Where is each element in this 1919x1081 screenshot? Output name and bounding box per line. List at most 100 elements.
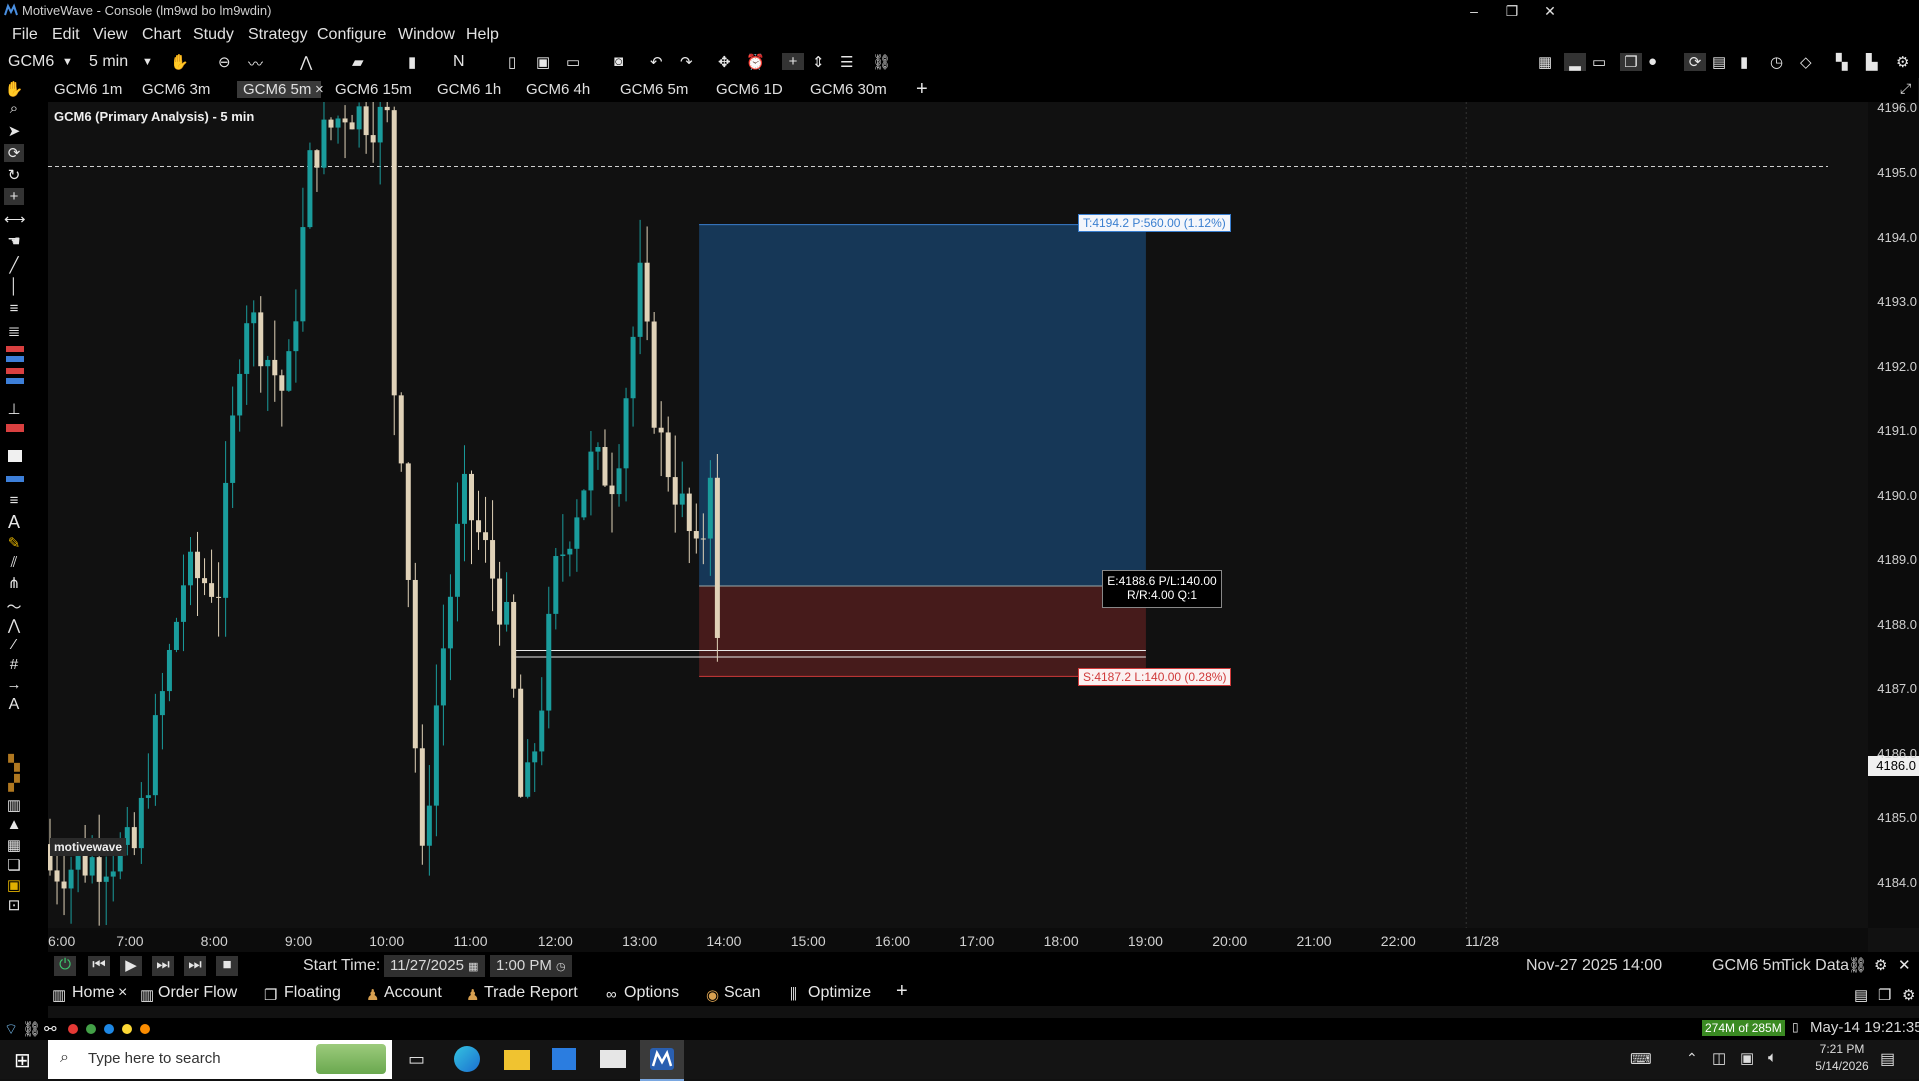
menu-configure[interactable]: Configure [317,26,386,44]
color-swatch-icon[interactable] [6,356,24,362]
bar-size-selector[interactable]: 5 min [89,53,128,71]
time-axis[interactable]: 6:00 7:00 8:00 9:00 10:00 11:00 12:00 13:00 14:0… [48,928,1868,952]
clock-icon[interactable]: ◷ [556,961,566,973]
volume-icon[interactable]: 🔈︎ [1768,1049,1777,1066]
rectangle-tool-icon[interactable] [8,450,22,462]
tab-gcm6-30m[interactable]: GCM6 30m [804,81,893,98]
memory-indicator[interactable]: 274M of 285M [1702,1020,1785,1036]
menu-file[interactable]: File [12,26,38,44]
candle-icon[interactable]: ▮ [408,53,416,71]
pointer-tool-icon[interactable]: ➤ [4,122,24,140]
fill-tool-icon[interactable]: ▚ [4,754,24,772]
tab-gcm6-5m[interactable]: GCM6 5m [614,81,694,98]
save-icon[interactable]: ▣ [536,53,550,71]
taskbar-date[interactable]: 5/14/2026 [1812,1059,1872,1073]
close-window-button[interactable]: ✕ [1530,1,1570,21]
chevron-down-icon[interactable]: ▼ [142,56,153,68]
tab-floating[interactable]: Floating [284,984,341,1002]
stop-icon[interactable]: ■ [216,956,238,976]
menu-help[interactable]: Help [466,26,499,44]
pitchfork-tool-icon[interactable]: ⋔ [4,574,24,592]
layout-icon[interactable]: ▦ [1538,53,1552,71]
layers-icon[interactable]: ❏ [4,856,24,874]
alert-icon[interactable]: ▣ [4,876,24,894]
tab-gcm6-1h[interactable]: GCM6 1h [431,81,507,98]
link-icon[interactable]: ⛓ [1848,956,1867,974]
skip-forward-icon[interactable]: ⏭ [184,956,206,976]
mail-icon[interactable] [600,1050,626,1068]
tab-gcm6-4h[interactable]: GCM6 4h [520,81,596,98]
fill2-tool-icon[interactable]: ▞ [4,774,24,792]
tab-gcm6-3m[interactable]: GCM6 3m [136,81,216,98]
menu-study[interactable]: Study [193,26,234,44]
menu-edit[interactable]: Edit [52,26,80,44]
menu-chart[interactable]: Chart [142,26,181,44]
color-swatch-icon[interactable] [6,346,24,352]
document-icon[interactable]: ▯ [508,53,516,71]
settings-icon[interactable]: ⚙ [1874,956,1887,974]
add-tab-button[interactable]: + [916,78,928,101]
channel-tool-icon[interactable]: ⫽ [4,554,24,571]
tools-icon[interactable]: ✥ [718,53,731,71]
tab-gcm6-15m[interactable]: GCM6 15m [329,81,418,98]
histogram-icon[interactable]: ▥ [4,796,24,814]
table-icon[interactable]: ▦ [4,836,24,854]
pattern-icon[interactable]: ⋀ [300,53,312,71]
elliott-tool-icon[interactable]: ⋀ [4,616,24,634]
power-icon[interactable]: ⏻ [54,956,76,976]
vertical-line-tool-icon[interactable]: │ [4,278,24,295]
menu-view[interactable]: View [93,26,127,44]
hand-select-tool-icon[interactable]: ☚ [4,232,24,250]
bar-chart-icon[interactable]: ▂ [1564,53,1586,71]
list-icon[interactable]: ☰ [840,53,853,71]
close-tab-icon[interactable]: × [315,81,324,98]
close-panel-icon[interactable]: ✕ [1898,956,1911,974]
chart-area[interactable]: GCM6 (Primary Analysis) - 5 min motivewa… [48,102,1868,928]
area-icon[interactable]: ▲ [4,816,24,833]
crosshair-icon[interactable]: + [782,53,804,70]
measure-tool-icon[interactable]: ⟷ [4,210,26,228]
fib-tool-icon[interactable]: ≡ [4,300,24,317]
entry-label[interactable]: E:4188.6 P/L:140.00 R/R:4.00 Q:1 [1102,570,1222,608]
tab-gcm6-1d[interactable]: GCM6 1D [710,81,789,98]
link-icon[interactable]: ⛓ [872,53,891,71]
calendar-icon[interactable]: ▦ [468,961,478,973]
indicator-n-button[interactable]: N [453,53,465,71]
wave-tool-icon[interactable]: 〜 [4,596,24,617]
clock-icon[interactable]: ◷ [1770,53,1783,71]
motivewave-taskbar-button[interactable] [640,1040,684,1081]
close-home-tab-icon[interactable]: × [118,984,127,1002]
rect-red-icon[interactable] [6,424,24,432]
sync-icon[interactable]: ⟳ [1684,53,1706,71]
pan-hand-icon[interactable]: ✋ [170,53,189,71]
crosshair-tool-icon[interactable]: + [4,188,24,205]
zoom-out-icon[interactable]: ⊖ [218,53,231,71]
label-tool-icon[interactable]: A [4,696,24,714]
table-icon[interactable]: ▤ [1712,53,1726,71]
skip-back-icon[interactable]: ⏮ [88,956,110,976]
gear-icon[interactable]: ⚙ [1902,986,1915,1004]
price-axis[interactable]: 4186.0 4196.0 4195.0 4194.0 4193.0 4192.0 419… [1868,100,1919,928]
tab-home[interactable]: Home [72,984,115,1002]
store-icon[interactable] [552,1048,576,1070]
grid-tool-icon[interactable]: # [4,656,24,673]
copy-icon[interactable]: ❐ [1878,986,1891,1004]
rect-blue-icon[interactable] [6,476,24,482]
alarm-icon[interactable]: ⏰ [746,53,765,71]
windows-start-icon[interactable]: ⊞ [14,1048,31,1073]
windows-icon[interactable]: ❐ [1620,53,1642,71]
restore-button[interactable]: ❐ [1492,1,1532,21]
file-explorer-icon[interactable] [504,1050,530,1070]
panel-icon[interactable]: ▭ [1592,53,1606,71]
edge-icon[interactable] [454,1046,480,1072]
folder-icon[interactable]: ▭ [566,53,580,71]
menu-strategy[interactable]: Strategy [248,26,308,44]
notifications-icon[interactable]: ▤ [1880,1049,1895,1069]
hand-tool-icon[interactable]: ✋ [4,80,24,98]
area-chart-icon[interactable]: ▰ [352,53,364,71]
minimize-button[interactable]: – [1454,1,1494,21]
portfolio-icon[interactable]: ▙ [1866,53,1878,71]
gear-icon[interactable]: ⚙ [1896,53,1909,71]
book-icon[interactable]: ▮ [1740,53,1748,71]
eraser-icon[interactable]: ◇ [1800,53,1812,71]
